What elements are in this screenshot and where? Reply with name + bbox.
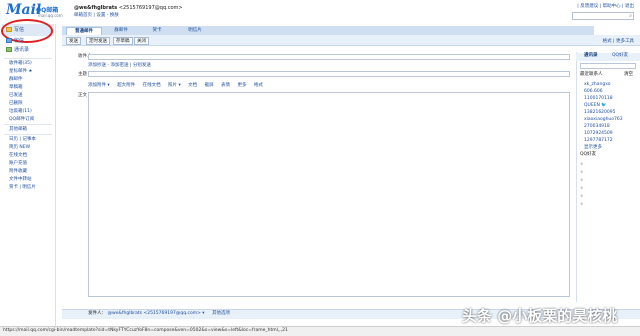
recent-contacts-heading: 最近联系人 — [580, 72, 603, 77]
tab-group-mail[interactable]: 群邮件 — [104, 27, 138, 35]
toolbar-right-links[interactable]: 格式 | 更多工具 — [603, 38, 634, 44]
folder-starred[interactable]: 星标邮件 ★ — [9, 69, 32, 75]
inbox-icon — [6, 38, 12, 43]
cc-bcc-links[interactable]: 添加抄送 - 添加密送 | 分别发送 — [88, 62, 151, 68]
close-button[interactable]: 关闭 — [134, 37, 149, 45]
nav-divider — [4, 58, 52, 59]
subject-label: 主题 — [78, 72, 87, 77]
nav-divider — [4, 134, 52, 135]
to-field[interactable] — [88, 54, 570, 60]
extra-online-docs[interactable]: 在线文档 — [9, 153, 27, 159]
folder-deleted[interactable]: 已删除 — [9, 101, 23, 107]
folder-subscriptions[interactable]: QQ邮件订阅 — [9, 117, 34, 123]
document-button[interactable]: 文档 — [188, 83, 197, 88]
contact-item[interactable]: 1100170118 — [584, 96, 613, 102]
qq-group-expand-icon[interactable]: ⊕ — [580, 186, 583, 190]
mail-search-input[interactable]: ⌕ — [572, 12, 634, 20]
contact-search-input[interactable] — [580, 63, 636, 69]
extra-recharge[interactable]: 账户充值 — [9, 161, 27, 167]
qq-group-expand-icon[interactable]: ⊕ — [580, 162, 583, 166]
folder-drafts[interactable]: 草稿箱 — [9, 85, 23, 91]
scheduled-send-button[interactable]: 定时发送 — [86, 37, 110, 45]
user-email: <2515769197@qq.com> — [118, 5, 183, 11]
contact-item[interactable]: 1297787172 — [584, 138, 613, 144]
tab-qq-friends[interactable]: QQ好友 — [612, 53, 628, 59]
search-icon[interactable]: ⌕ — [629, 13, 632, 19]
contact-item[interactable]: 270034918 — [584, 124, 610, 130]
nav-inbox[interactable]: 收信 — [6, 38, 24, 44]
tab-address-book[interactable]: 通讯录 — [584, 53, 598, 59]
qq-group-expand-icon[interactable]: ⊕ — [580, 178, 583, 182]
clear-recent-link[interactable]: 清空 — [624, 72, 633, 78]
nav-inbox-label: 收信 — [14, 38, 25, 44]
tab-greeting-card[interactable]: 贺卡 — [140, 27, 174, 35]
tab-normal-mail[interactable]: 普通邮件 — [66, 27, 102, 35]
other-options-link[interactable]: 其他选项 — [212, 311, 230, 316]
status-url: https://mail.qq.com/cgi-bin/readtemplate… — [3, 328, 288, 333]
contact-item[interactable]: xk_zhangxo — [584, 82, 610, 88]
screenshot-button[interactable]: 截屏 — [205, 83, 214, 88]
tab-postcard[interactable]: 明信片 — [176, 27, 214, 35]
emoji-button[interactable]: 表情 — [221, 83, 230, 88]
watermark: 头条 @小板栗的昊核桃 — [462, 307, 618, 325]
sender-row: 发件人： @we&fhglbrats <2515769197@qq.com> ▾… — [88, 311, 230, 317]
extra-calendar-notes[interactable]: 日历 | 记事本 — [9, 137, 36, 143]
send-button[interactable]: 发送 — [66, 37, 81, 45]
online-doc-button[interactable]: 在线文档 — [143, 83, 161, 88]
contact-item[interactable]: 13821620095 — [584, 110, 616, 116]
contact-item[interactable]: 1072924509 — [584, 131, 613, 137]
contact-item[interactable]: xiaoxiaoghuo763 — [584, 117, 623, 123]
nav-contacts-label: 通讯录 — [14, 47, 30, 53]
qq-group-expand-icon[interactable]: ⊕ — [580, 202, 583, 206]
folder-group[interactable]: 群邮件 — [9, 77, 23, 83]
extra-file-transfer[interactable]: 文件中转站 — [9, 177, 32, 183]
qq-group-expand-icon[interactable]: ⊕ — [580, 170, 583, 174]
qq-friends-heading[interactable]: QQ好友 — [580, 152, 596, 158]
other-mailboxes[interactable]: 其他邮箱 — [9, 127, 27, 133]
extra-cards[interactable]: 贺卡 | 明信片 — [9, 185, 36, 191]
add-attachment-button[interactable]: 添加附件 ▾ — [88, 83, 110, 88]
extra-attachments[interactable]: 附件收藏 — [9, 169, 27, 175]
sender-select[interactable]: @we&fhglbrats <2515769197@qq.com> ▾ — [107, 311, 204, 316]
top-links[interactable]: | 反馈建议 | 帮助中心 | 退出 — [577, 3, 634, 9]
nav-contacts[interactable]: 通讯录 — [6, 47, 29, 53]
extra-resume[interactable]: 简历 NEW — [9, 145, 30, 151]
user-name: @we&fhglbrats — [74, 5, 118, 11]
folder-spam[interactable]: 垃圾箱(11) — [9, 109, 32, 115]
body-label: 正文 — [78, 93, 87, 98]
large-attachment-button[interactable]: 超大附件 — [117, 83, 135, 88]
more-button[interactable]: 更多 — [237, 83, 246, 88]
attachment-format-bar: 添加附件 ▾ 超大附件 在线文档 照片 ▾ 文档 截屏 表情 更多 格式 — [88, 82, 570, 90]
contact-item[interactable]: 606.606 — [584, 89, 603, 95]
subject-field[interactable] — [88, 71, 570, 77]
logo-domain: mail.qq.com — [38, 13, 63, 18]
header: Mail QQ邮箱 mail.qq.com @we&fhglbrats <251… — [0, 0, 640, 24]
save-draft-button[interactable]: 存草稿 — [113, 37, 133, 45]
sender-label: 发件人： — [88, 311, 106, 316]
contacts-icon — [6, 47, 12, 52]
user-line: @we&fhglbrats <2515769197@qq.com> — [74, 5, 183, 11]
show-more-contacts[interactable]: 显示更多 — [584, 145, 602, 151]
folder-inbox[interactable]: 收件箱(35) — [9, 61, 32, 67]
contact-item[interactable]: QUEEN 🐦 — [584, 103, 607, 109]
nav-divider — [4, 124, 52, 125]
user-links[interactable]: 邮箱首页 | 设置 - 换肤 — [74, 12, 119, 18]
format-button[interactable]: 格式 — [254, 83, 263, 88]
mail-body-editor[interactable] — [88, 92, 570, 297]
photo-button[interactable]: 照片 ▾ — [168, 83, 181, 88]
folder-sent[interactable]: 已发送 — [9, 93, 23, 99]
qq-group-expand-icon[interactable]: ⊕ — [580, 194, 583, 198]
